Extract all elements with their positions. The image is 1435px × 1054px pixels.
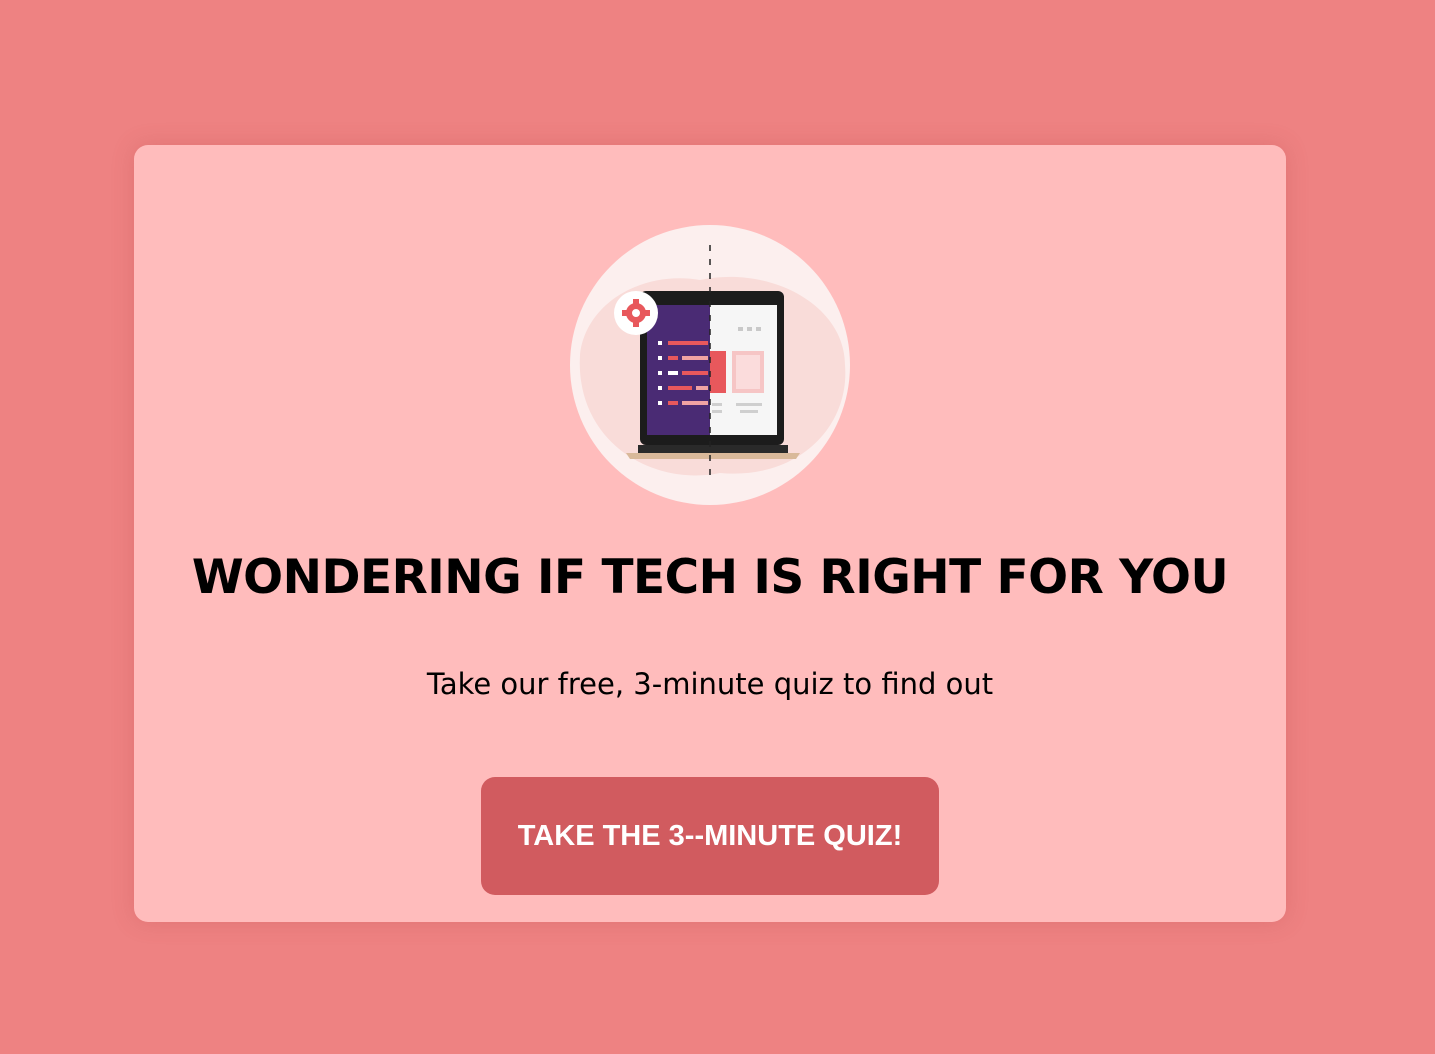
quiz-promo-card: WONDERING IF TECH IS RIGHT FOR YOU Take … bbox=[134, 145, 1286, 922]
gear-icon bbox=[614, 291, 658, 335]
subtitle: Take our free, 3-minute quiz to find out bbox=[426, 667, 994, 701]
hero-illustration bbox=[560, 225, 860, 505]
laptop-illustration bbox=[570, 225, 850, 505]
page-title: WONDERING IF TECH IS RIGHT FOR YOU bbox=[191, 550, 1229, 605]
take-quiz-button[interactable]: TAKE THE 3--MINUTE QUIZ! bbox=[481, 777, 939, 895]
